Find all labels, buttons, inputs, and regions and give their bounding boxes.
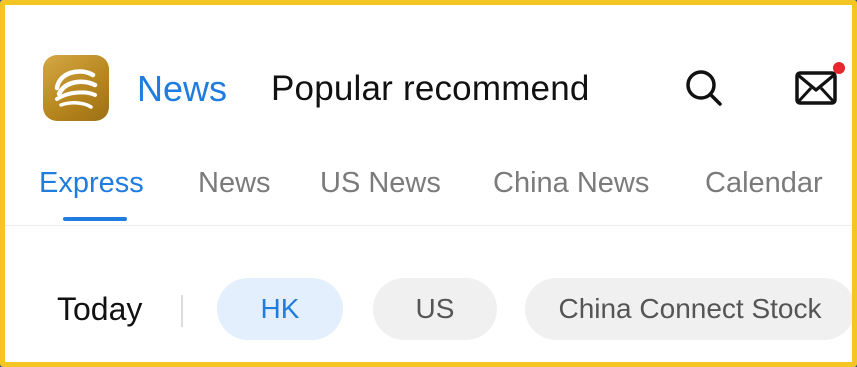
- top-header: News Popular recommend: [5, 5, 852, 145]
- app-frame: News Popular recommend Express News US N…: [0, 0, 857, 367]
- page-title[interactable]: News: [137, 65, 227, 113]
- search-placeholder-text: Popular recommend: [271, 69, 590, 108]
- search-icon[interactable]: [683, 67, 725, 109]
- chip-hk[interactable]: HK: [217, 278, 343, 340]
- tab-news[interactable]: News: [198, 163, 271, 203]
- tab-us-news[interactable]: US News: [320, 163, 441, 203]
- notification-badge: [833, 62, 845, 74]
- filter-divider: [181, 295, 183, 327]
- chip-us[interactable]: US: [373, 278, 497, 340]
- active-tab-indicator: [63, 217, 127, 221]
- search-fade: [601, 65, 651, 113]
- search-bar[interactable]: Popular recommend: [271, 65, 651, 113]
- filter-bar: Today HK US China Connect Stock: [5, 273, 852, 343]
- chip-china-connect-stock[interactable]: China Connect Stock: [525, 278, 852, 340]
- golden-swirl-logo-icon: [43, 55, 109, 121]
- tab-express[interactable]: Express: [39, 163, 144, 203]
- tab-china-news[interactable]: China News: [493, 163, 649, 203]
- today-label[interactable]: Today: [57, 287, 142, 331]
- tab-calendar[interactable]: Calendar: [705, 163, 823, 203]
- tab-bar: Express News US News China News Calendar: [5, 155, 852, 226]
